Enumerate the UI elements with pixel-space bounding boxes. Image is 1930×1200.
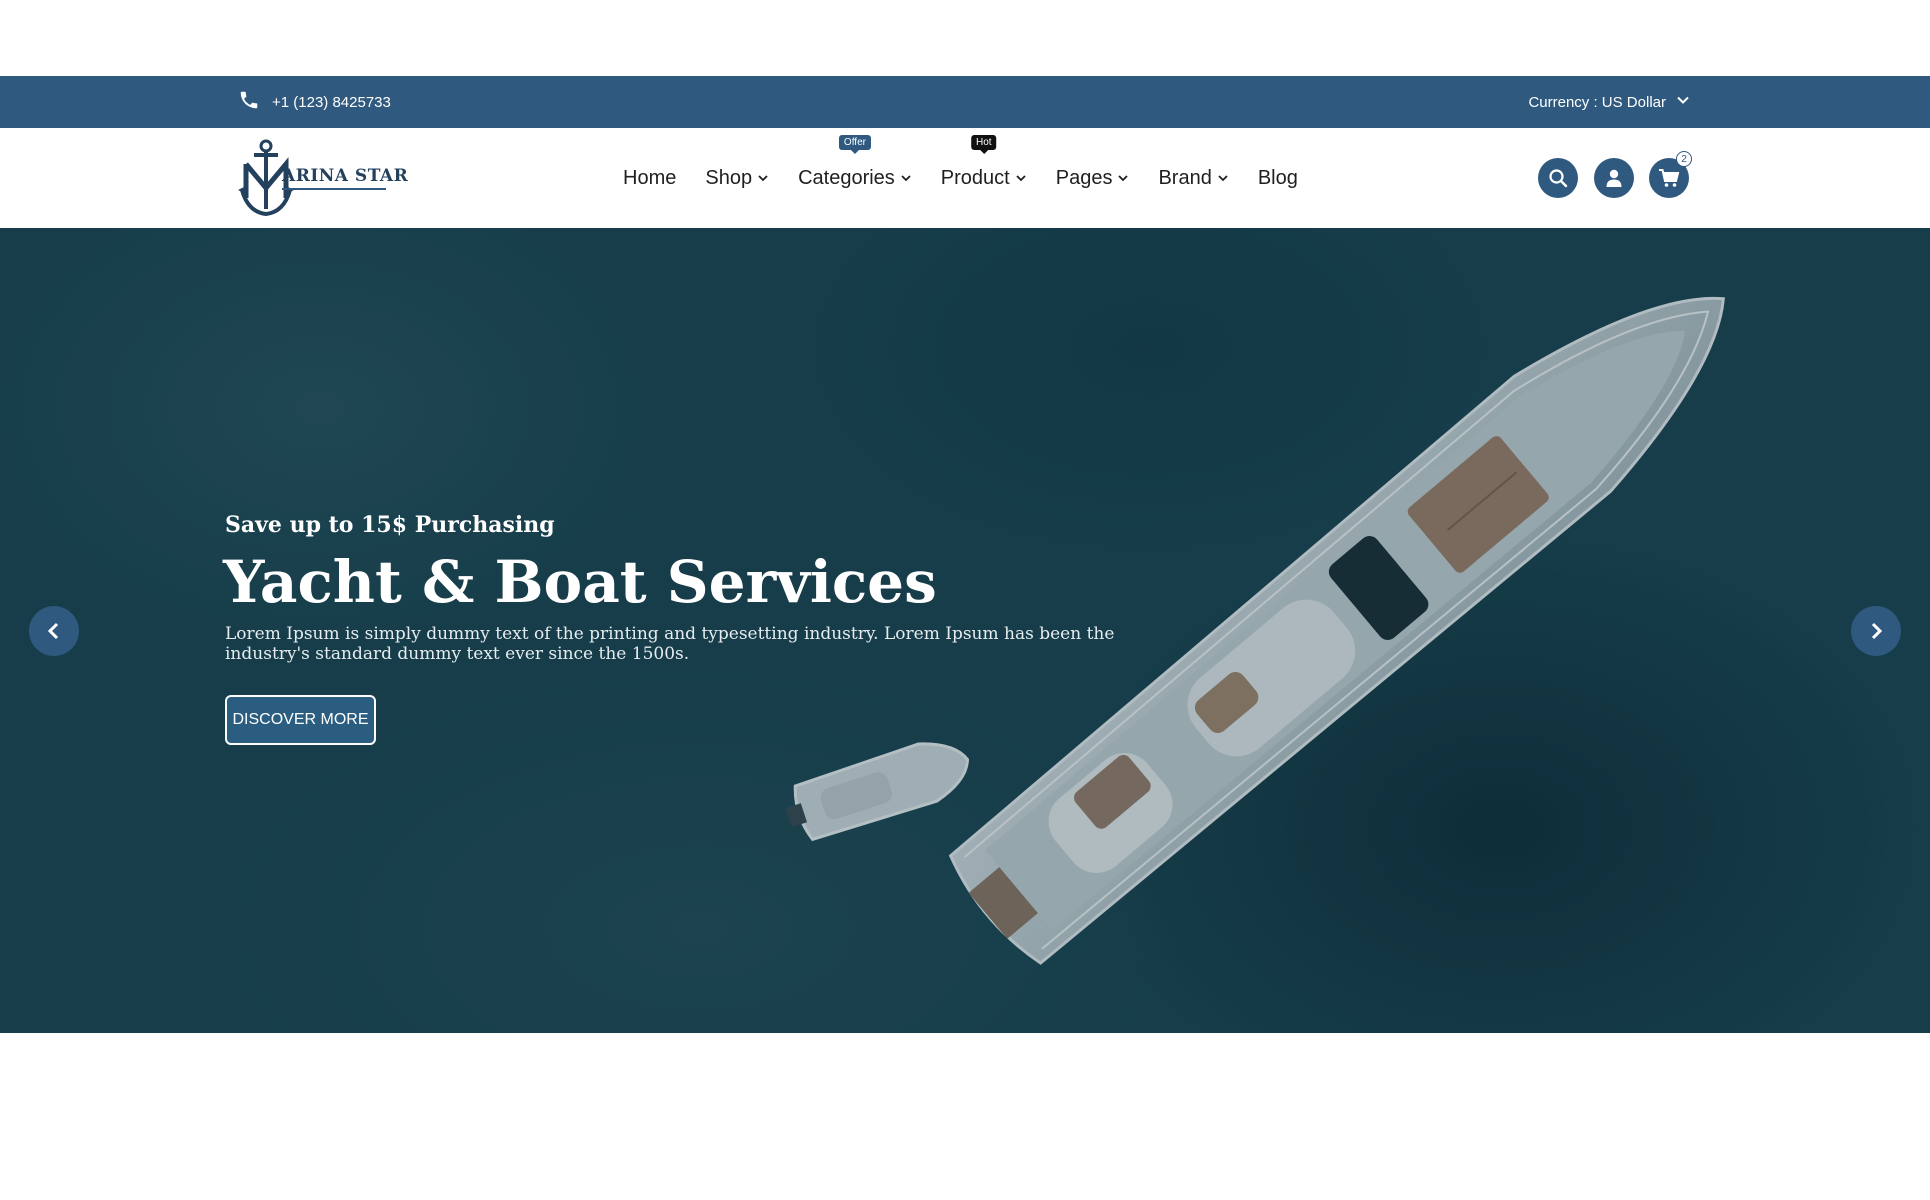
main-nav: Home Shop Offer Categories Hot Product P… [623, 128, 1327, 228]
main-header: ARINA STAR Home Shop Offer Categories Ho… [0, 128, 1930, 228]
nav-label: Blog [1257, 166, 1298, 189]
slider-next-button[interactable] [1851, 606, 1901, 656]
phone-contact[interactable]: +1 (123) 8425733 [238, 76, 391, 128]
user-icon [1606, 169, 1622, 187]
chevron-down-icon [901, 175, 911, 182]
chevron-down-icon [1118, 175, 1129, 182]
nav-item-shop[interactable]: Shop [705, 167, 769, 190]
site-logo[interactable]: ARINA STAR [238, 138, 408, 220]
phone-number: +1 (123) 8425733 [272, 93, 391, 111]
currency-label: Currency : US Dollar [1528, 93, 1666, 111]
chevron-down-icon [1218, 175, 1228, 182]
nav-label: Brand [1158, 166, 1212, 189]
hero-description: Lorem Ipsum is simply dummy text of the … [225, 624, 1115, 664]
nav-label: Home [623, 166, 677, 189]
cart-icon [1659, 169, 1680, 187]
chevron-left-icon [47, 622, 59, 640]
search-icon [1549, 169, 1568, 188]
nav-label: Pages [1055, 166, 1113, 189]
hot-badge: Hot [970, 134, 997, 150]
nav-label: Categories [798, 166, 895, 189]
hero-slider: Save up to 15$ Purchasing Yacht & Boat S… [0, 228, 1930, 1033]
chevron-down-icon [1016, 175, 1026, 182]
nav-label: Shop [705, 166, 753, 189]
discover-more-button[interactable]: DISCOVER MORE [225, 695, 376, 745]
nav-item-blog[interactable]: Blog [1258, 167, 1298, 190]
nav-item-brand[interactable]: Brand [1158, 167, 1228, 190]
logo-text: ARINA STAR [282, 166, 409, 186]
slider-prev-button[interactable] [29, 606, 79, 656]
nav-item-product[interactable]: Hot Product [940, 134, 1027, 190]
currency-selector[interactable]: Currency : US Dollar [1528, 76, 1690, 128]
hero-subtitle: Save up to 15$ Purchasing [225, 512, 555, 538]
chevron-down-icon [1676, 93, 1690, 111]
nav-item-categories[interactable]: Offer Categories [798, 134, 912, 190]
search-button[interactable] [1538, 158, 1578, 198]
offer-badge: Offer [838, 134, 871, 150]
nav-label: Product [940, 166, 1010, 189]
cart-count-badge: 2 [1676, 151, 1692, 167]
phone-icon [238, 89, 260, 115]
hero-title: Yacht & Boat Services [223, 548, 937, 616]
top-info-bar: +1 (123) 8425733 Currency : US Dollar [0, 76, 1930, 128]
nav-item-pages[interactable]: Pages [1056, 167, 1130, 190]
chevron-right-icon [1871, 622, 1883, 640]
cart-button[interactable]: 2 [1649, 151, 1692, 198]
chevron-down-icon [758, 175, 768, 182]
logo-underline [282, 188, 386, 190]
nav-item-home[interactable]: Home [623, 167, 676, 190]
account-button[interactable] [1594, 158, 1634, 198]
